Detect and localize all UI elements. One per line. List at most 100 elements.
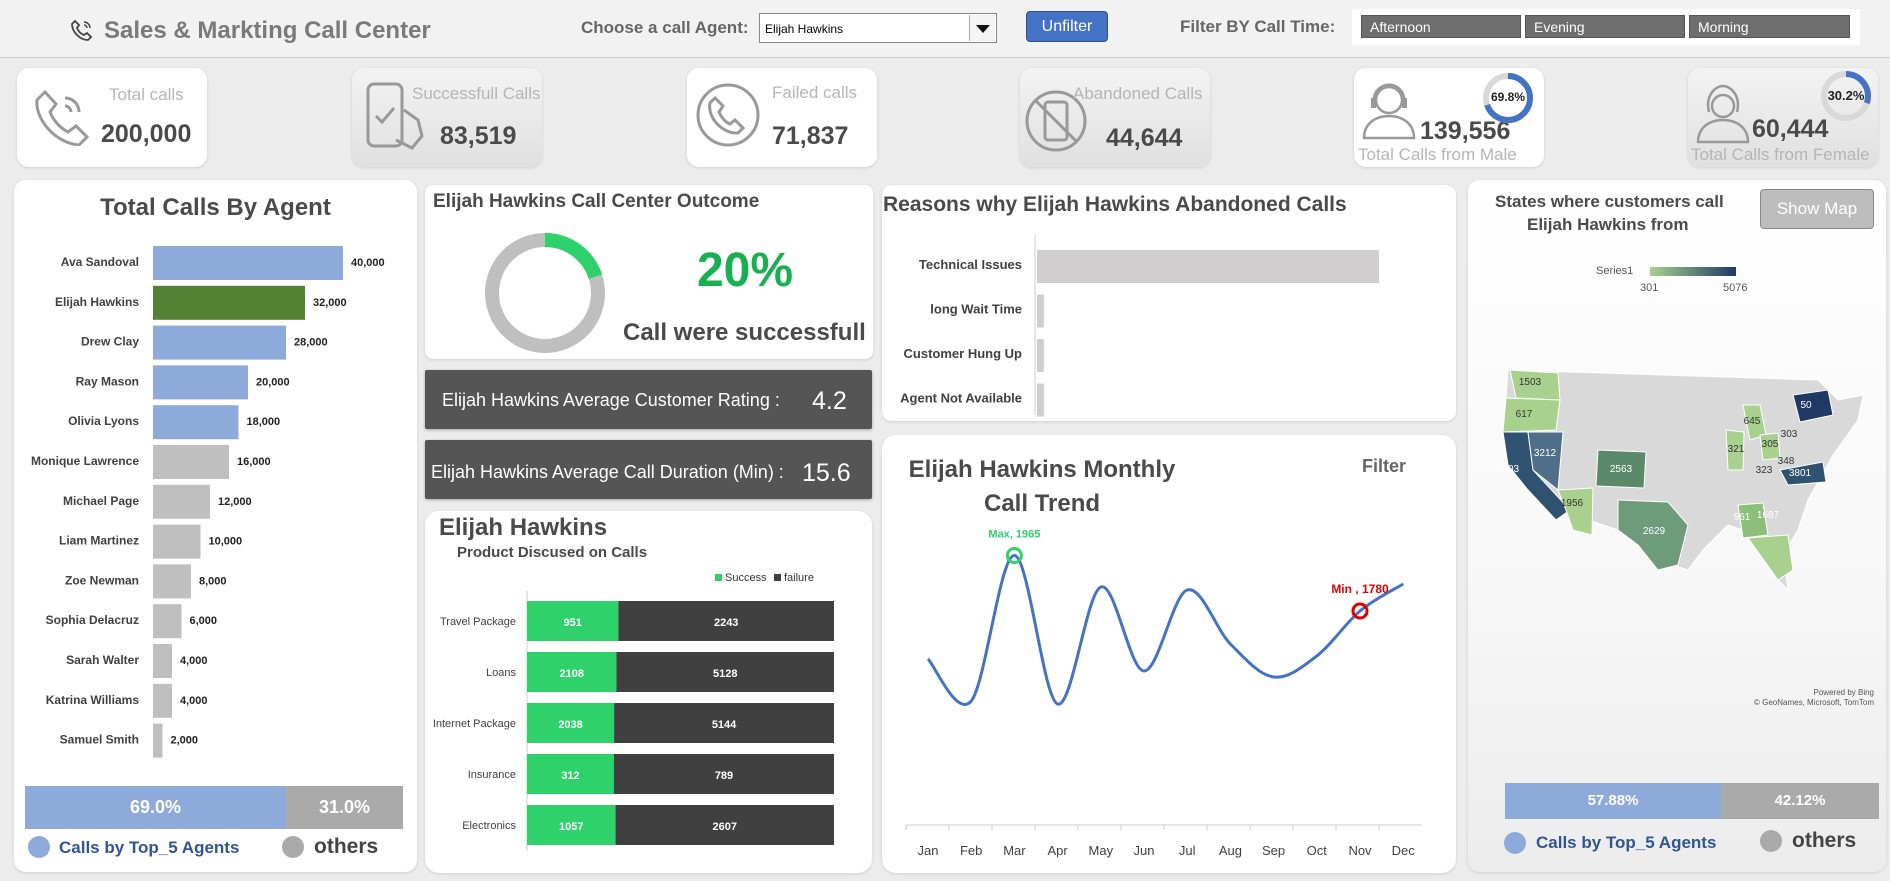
- agent-name: Zoe Newman: [65, 573, 139, 587]
- min-label: Min , 1780: [1331, 582, 1389, 596]
- agent-select-value: Elijah Hawkins: [765, 22, 844, 36]
- kpi-value: 44,644: [1106, 124, 1183, 152]
- phone-icon: [70, 18, 94, 47]
- legend-success-swatch: [715, 574, 722, 581]
- kpi-value: 60,444: [1752, 115, 1829, 143]
- map-card: States where customers call Elijah Hawki…: [1468, 180, 1886, 872]
- map-title-line2: Elijah Hawkins from: [1527, 215, 1689, 234]
- svg-text:645: 645: [1744, 416, 1761, 427]
- rating-value: 4.2: [812, 387, 847, 415]
- map-legend-top5-dot: [1504, 832, 1526, 854]
- product-chart-title: Elijah Hawkins: [439, 514, 608, 541]
- agent-bar-label: 4,000: [180, 695, 208, 707]
- map-title-line1: States where customers call: [1495, 192, 1724, 211]
- reason-bar: [1037, 250, 1379, 283]
- time-filter-label: Filter BY Call Time:: [1180, 17, 1336, 36]
- agent-name: Sarah Walter: [66, 653, 139, 667]
- x-tick-label: Oct: [1307, 843, 1328, 858]
- x-tick-label: Nov: [1348, 843, 1372, 858]
- agents-bar-chart: Ava Sandoval 40,000 Elijah Hawkins 32,000 Dr…: [31, 246, 385, 758]
- agent-bar-label: 6,000: [190, 615, 218, 627]
- svg-text:2563: 2563: [1610, 464, 1633, 475]
- svg-text:1687: 1687: [1757, 510, 1780, 521]
- duration-label: Elijah Hawkins Average Call Duration (Mi…: [431, 462, 784, 482]
- max-label: Max, 1965: [988, 529, 1040, 541]
- x-tick-label: Sep: [1262, 843, 1285, 858]
- outcome-title: Elijah Hawkins Call Center Outcome: [433, 191, 760, 212]
- filter-morning[interactable]: Morning: [1689, 15, 1850, 38]
- agent-bar: [153, 644, 172, 678]
- kpi-label: Total Calls from Female: [1691, 145, 1870, 164]
- agent-bar: [153, 484, 210, 519]
- us-states-map: 1503 617 3212 3803 1956 2563 2629 645 30…: [1497, 369, 1864, 592]
- top5-share-bar: 69.0%: [25, 786, 286, 829]
- show-map-button[interactable]: Show Map: [1760, 189, 1874, 229]
- svg-text:961: 961: [1734, 512, 1751, 523]
- agent-bar-label: 16,000: [237, 456, 271, 468]
- agent-bar: [153, 723, 163, 758]
- agent-bar-label: 20,000: [256, 376, 290, 388]
- map-top5-share-value: 57.88%: [1587, 792, 1639, 809]
- svg-text:3803: 3803: [1497, 464, 1520, 475]
- product-success-label: 951: [564, 617, 582, 629]
- kpi-label: Failed calls: [772, 83, 858, 102]
- product-failure-label: 5128: [713, 668, 737, 680]
- agents-chart-card: Total Calls By Agent Ava Sandoval 40,000 E…: [14, 180, 417, 872]
- map-credit-bing: Powered by Bing: [1813, 688, 1874, 697]
- reasons-bar-chart: Technical Issues long Wait Time Customer H…: [900, 235, 1379, 417]
- x-tick-label: Mar: [1003, 843, 1026, 858]
- trend-line-chart: Jan Feb Mar Apr May Jun Jul Aug Sep Oct Nov Dec Max,…: [905, 529, 1422, 858]
- agent-label: Choose a call Agent:: [581, 18, 749, 37]
- outcome-subtitle: Call were successfull: [623, 319, 866, 346]
- map-legend-others-dot: [1760, 830, 1782, 852]
- agent-bar: [153, 604, 182, 639]
- reason-label: long Wait Time: [930, 302, 1022, 317]
- filter-evening[interactable]: Evening: [1525, 15, 1685, 38]
- map-legend-max: 5076: [1723, 282, 1748, 294]
- svg-text:303: 303: [1781, 429, 1798, 440]
- outcome-donut: [485, 233, 605, 353]
- chevron-down-icon[interactable]: [969, 15, 995, 41]
- female-pct: 30.2%: [1828, 88, 1865, 103]
- agent-bar: [153, 524, 201, 559]
- agent-bar-label: 12,000: [218, 496, 252, 508]
- female-donut: 30.2%: [1821, 71, 1871, 121]
- svg-text:617: 617: [1516, 409, 1533, 420]
- agent-bar: [153, 365, 248, 400]
- svg-text:3801: 3801: [1789, 468, 1812, 479]
- agent-name: Monique Lawrence: [31, 454, 139, 468]
- product-category: Loans: [486, 667, 516, 679]
- product-failure-label: 2607: [713, 821, 737, 833]
- x-tick-label: Jan: [918, 843, 939, 858]
- kpi-label: Total Calls from Male: [1358, 145, 1517, 164]
- product-category: Insurance: [468, 769, 516, 781]
- duration-value: 15.6: [802, 459, 851, 487]
- agent-bar-label: 28,000: [294, 337, 328, 349]
- others-share-value: 31.0%: [318, 797, 371, 817]
- reasons-title: Reasons why Elijah Hawkins Abandoned Cal…: [883, 193, 1347, 216]
- agent-bar-label: 4,000: [180, 655, 208, 667]
- trend-filter-button[interactable]: Filter: [1362, 456, 1406, 477]
- legend-failure-swatch: [774, 574, 781, 581]
- agent-bar-label: 2,000: [171, 735, 199, 747]
- agent-bar: [153, 564, 191, 599]
- unfilter-button[interactable]: Unfilter: [1026, 11, 1108, 42]
- trend-title: Elijah Hawkins Monthly Call Trend: [908, 456, 1176, 517]
- map-legend-min: 301: [1640, 282, 1659, 294]
- agent-bar: [153, 405, 239, 440]
- rating-label: Elijah Hawkins Average Customer Rating :: [442, 390, 780, 410]
- male-pct: 69.8%: [1491, 90, 1525, 104]
- map-state-fl: [1747, 534, 1794, 581]
- x-tick-label: Feb: [960, 843, 982, 858]
- duration-box: Elijah Hawkins Average Call Duration (Mi…: [425, 440, 872, 499]
- agent-name: Sophia Delacruz: [46, 613, 139, 627]
- x-tick-label: Dec: [1392, 843, 1416, 858]
- agent-name: Ray Mason: [76, 374, 139, 388]
- kpi-total-calls: Total calls 200,000: [17, 68, 207, 167]
- product-success-label: 1057: [559, 821, 583, 833]
- agent-name: Samuel Smith: [60, 733, 139, 747]
- svg-text:1503: 1503: [1519, 377, 1542, 388]
- agent-select[interactable]: Elijah Hawkins: [759, 13, 997, 43]
- legend-others-dot: [282, 836, 304, 858]
- filter-afternoon[interactable]: Afternoon: [1361, 15, 1521, 38]
